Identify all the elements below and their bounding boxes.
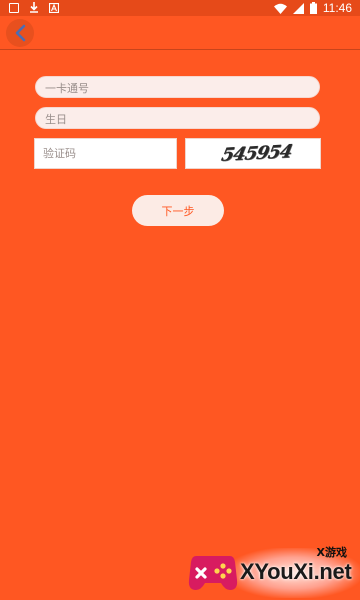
verification-code-input[interactable]: [35, 139, 176, 168]
gamepad-logo-icon: [188, 556, 238, 590]
birthday-field: [35, 107, 320, 130]
captcha-text: 545954: [219, 141, 294, 166]
status-left-icons: [9, 2, 59, 13]
status-bar: 11:46: [0, 0, 360, 16]
card-number-field: [35, 76, 320, 99]
status-right-icons: 11:46: [273, 0, 352, 16]
a-icon: [49, 2, 59, 13]
next-step-button[interactable]: 下一步: [132, 195, 224, 226]
download-icon: [30, 2, 38, 13]
watermark-brand-small: X游戏: [316, 546, 347, 559]
back-button[interactable]: [6, 19, 34, 47]
card-number-input[interactable]: [36, 78, 319, 99]
birthday-input[interactable]: [36, 109, 319, 130]
watermark-brand: XYouXi.net: [240, 559, 352, 584]
wifi-icon: [273, 3, 287, 14]
image-icon: [9, 2, 19, 13]
app-header: [0, 16, 360, 50]
chevron-left-icon: [15, 24, 26, 42]
captcha-image[interactable]: 545954: [185, 138, 321, 169]
verification-code-field: [34, 138, 177, 169]
watermark: X游戏 XYouXi.net: [188, 540, 360, 600]
signal-icon: [292, 2, 304, 14]
status-time: 11:46: [322, 1, 352, 15]
battery-icon: [309, 2, 317, 14]
